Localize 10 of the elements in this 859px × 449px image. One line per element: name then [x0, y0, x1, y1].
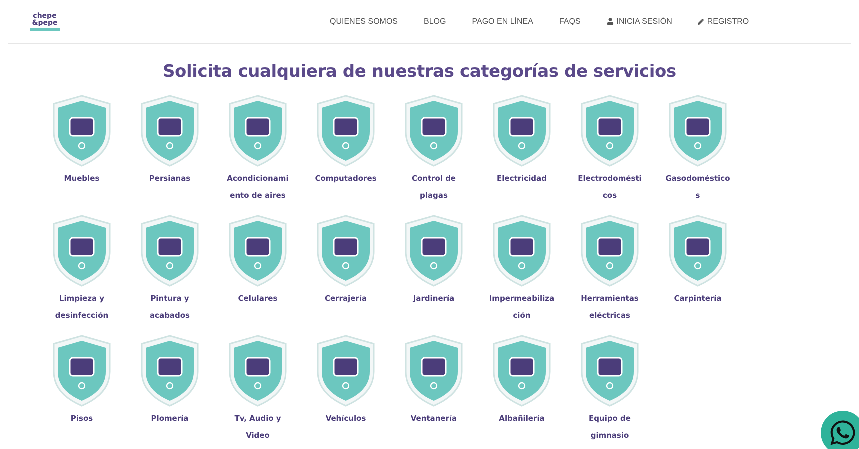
- nav-link[interactable]: QUIENES SOMOS: [330, 17, 398, 26]
- nav-link[interactable]: PAGO EN LÍNEA: [472, 17, 534, 26]
- page-title: Solicita cualquiera de nuestras categorías de servicios: [163, 62, 678, 82]
- chat-button[interactable]: [821, 411, 859, 449]
- pencil-icon: [698, 18, 704, 24]
- nav-link[interactable]: FAQS: [559, 17, 581, 26]
- nav-link[interactable]: INICIA SESIÓN: [606, 17, 672, 26]
- user-icon: [606, 18, 614, 25]
- nav-link[interactable]: REGISTRO: [698, 17, 750, 26]
- nav-link[interactable]: BLOG: [424, 17, 446, 26]
